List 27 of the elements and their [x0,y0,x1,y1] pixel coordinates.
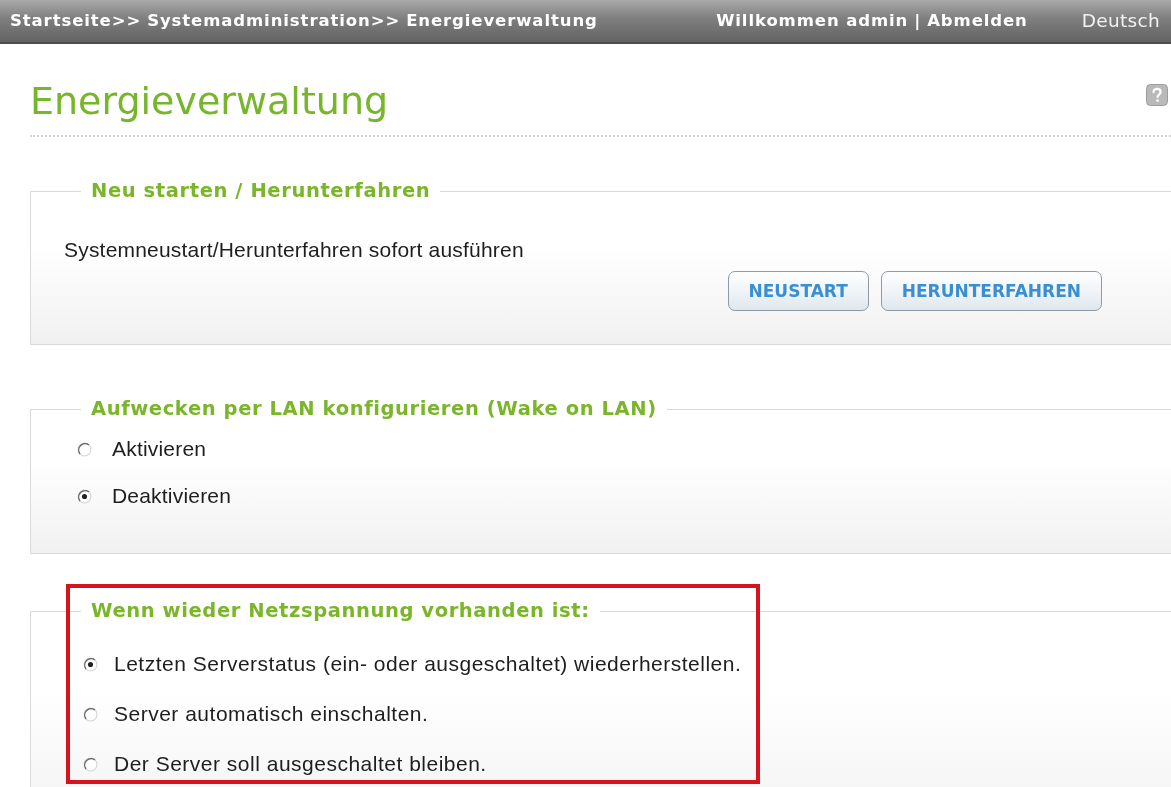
language-link[interactable]: Deutsch [1081,9,1160,31]
help-icon[interactable] [1146,84,1168,106]
radio-icon[interactable] [77,441,92,457]
radio-icon[interactable] [83,756,98,772]
radio-option[interactable]: Aktivieren [77,437,1171,461]
radio-option[interactable]: Der Server soll ausgeschaltet bleiben. [83,752,1171,776]
radio-icon[interactable] [83,706,98,722]
welcome-text: Willkommen admin [716,10,909,30]
breadcrumb-separator: >> [111,10,142,30]
radio-icon[interactable] [77,488,92,504]
radio-option[interactable]: Server automatisch einschalten. [83,702,1171,726]
action-button[interactable]: NEUSTART [727,271,869,311]
page-title: Energieverwaltung [30,78,389,125]
radio-option[interactable]: Letzten Serverstatus (ein- oder ausgeschaltet) wiederherstellen. [83,652,1171,676]
section-title: Neu starten / Herunterfahren [90,179,432,203]
divider-text: | [914,10,922,30]
breadcrumb-link[interactable]: Energieverwaltung [406,10,598,30]
radio-icon[interactable] [83,656,98,672]
breadcrumb-link[interactable]: Startseite [10,10,112,30]
section-title: Aufwecken per LAN konfigurieren (Wake on LAN) [90,397,658,421]
breadcrumb-link[interactable]: Systemadministration [147,10,371,30]
radio-option[interactable]: Deaktivieren [77,484,1171,508]
action-button[interactable]: HERUNTERFAHREN [880,271,1102,311]
breadcrumb-separator: >> [370,10,401,30]
logout-link[interactable]: Abmelden [927,10,1028,30]
section-title: Wenn wieder Netzspannung vorhanden ist: [90,599,591,623]
description-text: Systemneustart/Herunterfahren sofort ausführen [64,238,525,262]
